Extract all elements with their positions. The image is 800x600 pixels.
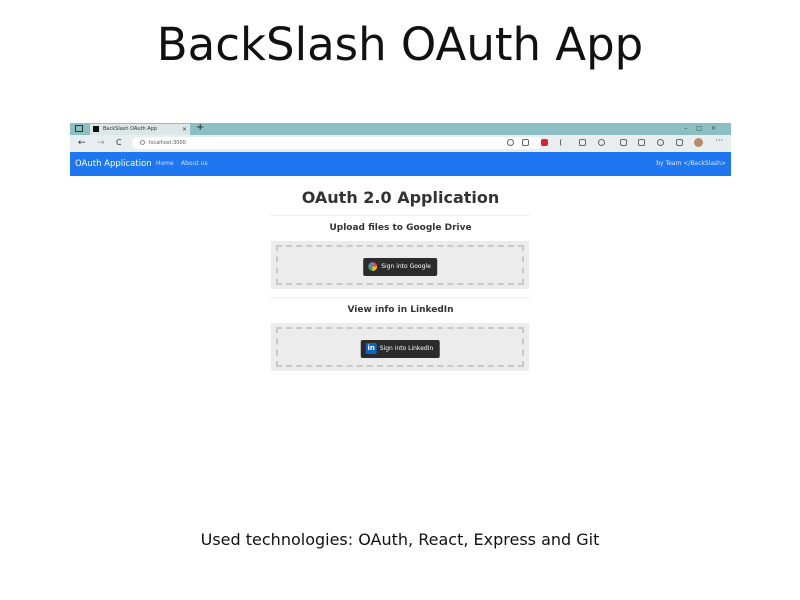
more-menu-icon[interactable]: ···	[715, 136, 723, 145]
nav-link-home[interactable]: Home	[156, 152, 174, 176]
reload-button[interactable]: C	[116, 137, 122, 149]
extension-icon[interactable]	[560, 139, 567, 146]
window-controls[interactable]: –□×	[684, 123, 725, 135]
browser-screenshot: BackSlash OAuth App × + –□× ← → C localh…	[70, 123, 731, 398]
navbar-team-text: by Team </BackSlash>	[656, 160, 726, 167]
google-icon	[368, 262, 378, 271]
dropzone-border: Sign into Google	[276, 245, 524, 285]
tab-title: BackSlash OAuth App	[103, 126, 158, 132]
slide-caption: Used technologies: OAuth, React, Express…	[200, 530, 600, 549]
nav-link-about[interactable]: About us	[181, 152, 208, 176]
close-tab-icon[interactable]: ×	[182, 124, 187, 135]
divider	[270, 215, 530, 216]
favorites-icon[interactable]	[620, 139, 627, 146]
app-navbar: OAuth Application Home About us by Team …	[70, 152, 731, 176]
favicon-icon	[93, 125, 99, 132]
linkedin-signin-label: Sign into LinkedIn	[379, 345, 434, 352]
history-icon[interactable]	[657, 139, 664, 146]
linkedin-icon: in	[365, 343, 377, 354]
linkedin-signin-button[interactable]: in Sign into LinkedIn	[360, 340, 440, 358]
google-signin-panel: Sign into Google	[271, 241, 529, 289]
forward-button[interactable]: →	[97, 137, 105, 149]
tab-actions-icon[interactable]	[75, 125, 83, 132]
url-input[interactable]: localhost:3000	[132, 137, 542, 149]
url-text: localhost:3000	[149, 140, 186, 146]
google-signin-button[interactable]: Sign into Google	[363, 258, 437, 276]
dropzone-border: in Sign into LinkedIn	[276, 327, 524, 367]
divider	[270, 297, 530, 298]
key-icon[interactable]	[507, 139, 514, 146]
slide-title: BackSlash OAuth App	[156, 18, 644, 71]
linkedin-signin-panel: in Sign into LinkedIn	[271, 323, 529, 371]
profile-avatar[interactable]	[694, 138, 703, 147]
extension-shield-icon[interactable]	[579, 139, 586, 146]
extension-red-icon[interactable]	[541, 139, 548, 146]
linkedin-section-title: View info in LinkedIn	[347, 305, 454, 315]
browser-tab[interactable]: BackSlash OAuth App ×	[90, 124, 190, 135]
new-tab-button[interactable]: +	[196, 123, 204, 133]
site-info-icon[interactable]	[140, 140, 145, 145]
read-aloud-icon[interactable]	[522, 139, 529, 146]
screenshot-icon[interactable]	[676, 139, 683, 146]
navbar-brand[interactable]: OAuth Application	[75, 152, 152, 176]
extension-circle-icon[interactable]	[598, 139, 605, 146]
back-button[interactable]: ←	[78, 137, 86, 149]
collections-icon[interactable]	[638, 139, 645, 146]
app-title: OAuth 2.0 Application	[301, 188, 500, 207]
main-content: OAuth 2.0 Application Upload files to Go…	[70, 176, 731, 398]
google-section-title: Upload files to Google Drive	[329, 223, 472, 233]
browser-tab-bar: BackSlash OAuth App × + –□×	[70, 123, 731, 135]
address-bar: ← → C localhost:3000 ···	[70, 135, 731, 152]
google-signin-label: Sign into Google	[381, 263, 431, 270]
